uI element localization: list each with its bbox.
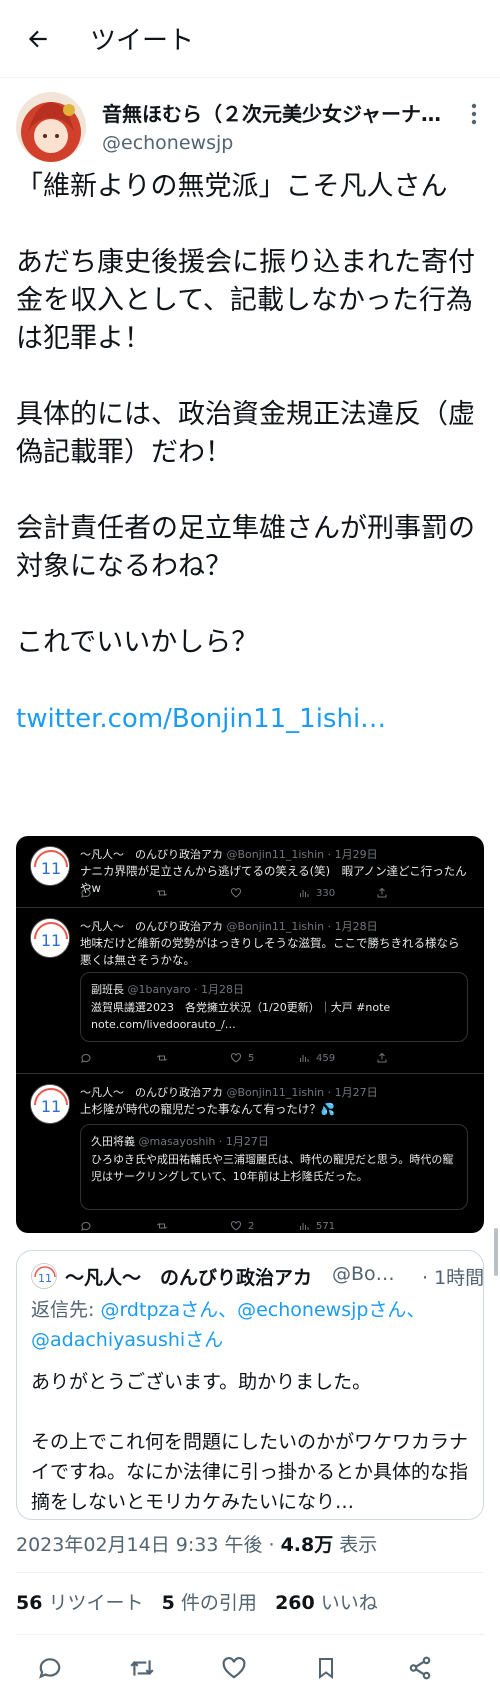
embedded-tweet-actions: 330 bbox=[80, 887, 460, 903]
views-icon bbox=[300, 890, 309, 897]
page-title: ツイート bbox=[90, 26, 195, 56]
share-icon bbox=[377, 1052, 387, 1063]
action-bar bbox=[0, 1648, 500, 1688]
like-icon bbox=[231, 1221, 241, 1231]
reply-text: ありがとうございます。助かりました。 その上でこれ何を問題にしたいのかがワケワカ… bbox=[31, 1371, 469, 1513]
quoted-tweet-header: 久田将義 @masayoshih · 1月27日 bbox=[91, 1135, 269, 1148]
avatar: 11 bbox=[30, 846, 70, 886]
tweet-paragraph: 「維新よりの無党派」こそ凡人さん bbox=[16, 171, 448, 202]
retweet-icon bbox=[157, 1223, 167, 1229]
reply-icon bbox=[81, 888, 91, 898]
bookmark-icon bbox=[319, 1658, 333, 1679]
engagement-stats: 56 リツイート 5 件の引用 260 いいね bbox=[16, 1588, 378, 1615]
bookmark-button[interactable] bbox=[306, 1650, 346, 1686]
retweet-button[interactable] bbox=[122, 1650, 162, 1686]
views-count: 4.8万 bbox=[280, 1534, 334, 1556]
embedded-tweet-actions: 5 459 bbox=[80, 1052, 460, 1068]
reply-button[interactable] bbox=[30, 1650, 70, 1686]
retweet-icon bbox=[130, 1660, 154, 1676]
retweet-icon bbox=[157, 890, 167, 896]
quoted-reply-card[interactable]: 11 〜凡人〜 のんびり政治アカ @Bo… · 1時間 返信先: @rdtpza… bbox=[16, 1250, 484, 1520]
embedded-tweet-header: 〜凡人〜 のんびり政治アカ @Bonjin11_1ishin · 1月27日 bbox=[80, 1086, 378, 1099]
scrollbar-thumb[interactable] bbox=[494, 1228, 498, 1276]
attached-image[interactable]: 11 〜凡人〜 のんびり政治アカ @Bonjin11_1ishin · 1月29… bbox=[16, 836, 484, 1233]
quotes-stat[interactable]: 5 件の引用 bbox=[162, 1592, 257, 1614]
views-icon bbox=[300, 1055, 309, 1062]
retweet-icon bbox=[157, 1055, 167, 1061]
back-arrow-icon bbox=[28, 30, 47, 47]
retweets-stat[interactable]: 56 リツイート bbox=[16, 1592, 144, 1614]
embedded-tweet-header: 〜凡人〜 のんびり政治アカ @Bonjin11_1ishin · 1月29日 bbox=[80, 848, 378, 861]
divider bbox=[16, 1634, 484, 1635]
tweet-paragraph: あだち康史後援会に振り込まれた寄付金を収入として、記載しなかった行為は犯罪よ！ bbox=[16, 247, 475, 354]
author-handle[interactable]: @echonewsjp bbox=[102, 132, 233, 154]
avatar[interactable] bbox=[16, 92, 86, 162]
embedded-tweet-text: 上杉隆が時代の寵児だった事なんて有ったけ？💦 bbox=[80, 1102, 336, 1116]
author-name[interactable]: 音無ほむら（２次元美少女ジャーナ… bbox=[102, 98, 462, 127]
reply-timestamp: · 1時間 bbox=[422, 1267, 485, 1289]
tweet-text: 「維新よりの無党派」こそ凡人さん あだち康史後援会に振り込まれた寄付金を収入とし… bbox=[16, 168, 488, 738]
back-button[interactable] bbox=[18, 19, 58, 59]
svg-text:11: 11 bbox=[41, 1097, 61, 1116]
reply-to: 返信先: @rdtpzaさん、@echonewsjpさん、@adachiyasu… bbox=[31, 1299, 426, 1351]
top-bar: ツイート bbox=[0, 0, 500, 78]
embedded-tweet-actions: 2 571 bbox=[80, 1220, 460, 1233]
divider bbox=[16, 1572, 484, 1573]
quoted-tweet-text: ひろゆき氏や成田祐輔氏や三浦瑠麗氏は、時代の寵児だと思う。時代の寵児はサークリン… bbox=[91, 1153, 454, 1183]
tweet-paragraph: 具体的には、政治資金規正法違反（虚偽記載罪）だわ！ bbox=[16, 399, 475, 468]
like-icon bbox=[231, 888, 241, 898]
quoted-tweet-header: 副班長 @1banyaro · 1月28日 bbox=[91, 983, 244, 996]
like-icon bbox=[231, 1053, 241, 1063]
reply-icon bbox=[81, 1221, 91, 1231]
avatar: 11 bbox=[30, 918, 70, 958]
quoted-tweet: 久田将義 @masayoshih · 1月27日 ひろゆき氏や成田祐輔氏や三浦瑠… bbox=[80, 1124, 468, 1210]
tweet-link[interactable]: twitter.com/Bonjin11_1ishi… bbox=[16, 700, 488, 738]
reply-author-handle: @Bo… bbox=[332, 1263, 395, 1285]
share-button[interactable] bbox=[400, 1650, 440, 1686]
svg-text:11: 11 bbox=[41, 859, 61, 878]
share-icon bbox=[377, 887, 387, 898]
tweet-datetime[interactable]: 2023年02月14日 9:33 午後 bbox=[16, 1534, 262, 1556]
tweet-meta: 2023年02月14日 9:33 午後 · 4.8万 表示 bbox=[16, 1534, 378, 1556]
share-icon bbox=[409, 1656, 431, 1680]
more-icon bbox=[471, 103, 477, 125]
like-button[interactable] bbox=[214, 1650, 254, 1686]
tweet-author: 音無ほむら（２次元美少女ジャーナ… @echonewsjp bbox=[16, 92, 486, 164]
quoted-tweet-text: 滋賀県議選2023 各党擁立状況（1/20更新）｜大戸 #note note.c… bbox=[91, 1001, 391, 1031]
tweet-paragraph: 会計責任者の足立隼雄さんが刑事罰の対象になるわね？ bbox=[16, 513, 475, 582]
likes-stat[interactable]: 260 いいね bbox=[275, 1592, 378, 1614]
embedded-tweet: 11 〜凡人〜 のんびり政治アカ @Bonjin11_1ishin · 1月27… bbox=[16, 1074, 484, 1233]
reply-icon bbox=[81, 1053, 91, 1063]
more-button[interactable] bbox=[462, 102, 486, 126]
embedded-tweet: 11 〜凡人〜 のんびり政治アカ @Bonjin11_1ishin · 1月28… bbox=[16, 908, 484, 1074]
embedded-tweet: 11 〜凡人〜 のんびり政治アカ @Bonjin11_1ishin · 1月29… bbox=[16, 836, 484, 908]
svg-text:11: 11 bbox=[41, 931, 61, 950]
reply-author-name: 〜凡人〜 のんびり政治アカ bbox=[65, 1267, 313, 1289]
avatar: 11 bbox=[30, 1084, 70, 1124]
tweet-paragraph: これでいいかしら？ bbox=[16, 627, 259, 658]
views-icon bbox=[300, 1223, 309, 1230]
reply-icon bbox=[39, 1658, 61, 1679]
like-icon bbox=[222, 1656, 246, 1679]
quoted-tweet: 副班長 @1banyaro · 1月28日 滋賀県議選2023 各党擁立状況（1… bbox=[80, 972, 468, 1042]
avatar: 11 bbox=[31, 1263, 57, 1289]
embedded-tweet-text: 地味だけど維新の党勢がはっきりしそうな滋賀。ここで勝ちきれる様なら悪くは無さそう… bbox=[80, 936, 460, 967]
embedded-tweet-header: 〜凡人〜 のんびり政治アカ @Bonjin11_1ishin · 1月28日 bbox=[80, 920, 378, 933]
svg-text:11: 11 bbox=[38, 1272, 52, 1285]
